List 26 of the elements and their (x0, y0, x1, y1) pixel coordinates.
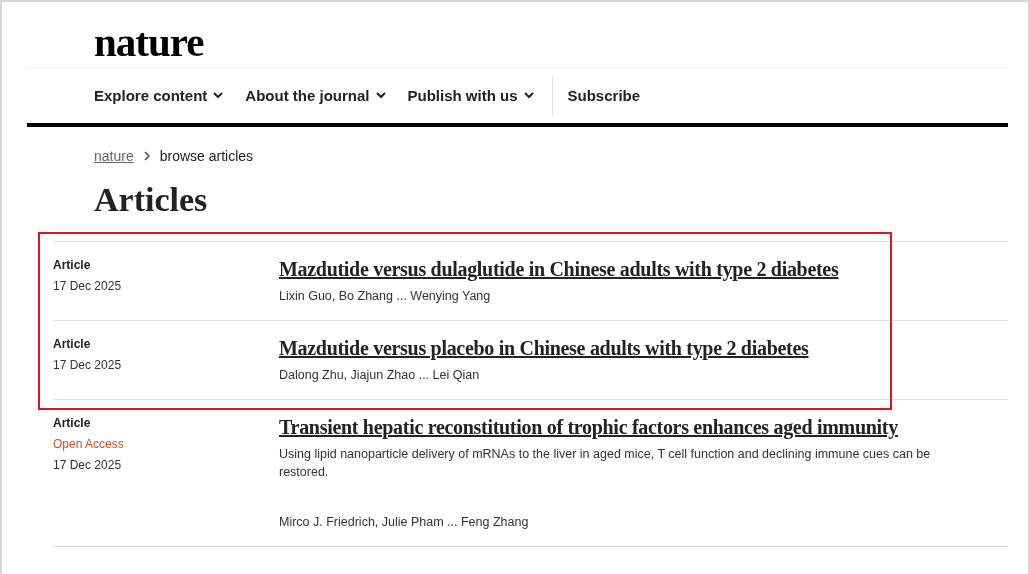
article-title-link[interactable]: Mazdutide versus dulaglutide in Chinese adults with type 2 diabetes (279, 258, 839, 281)
article-type: Article (53, 337, 92, 351)
article-summary: Using lipid nanoparticle delivery of mRNAs to the liver in aged mice, T cell function and declining immune cues can be restored. (279, 446, 932, 481)
article-title-link[interactable]: Mazdutide versus placebo in Chinese adults with type 2 diabetes (279, 337, 809, 360)
article-type: Article (53, 416, 92, 430)
nav-menu-item[interactable]: Publish with us (407, 87, 534, 104)
chevron-down-icon (375, 92, 386, 99)
publish-date: 17 Dec 2025 (53, 458, 123, 472)
nav-menu-item[interactable]: Subscribe (567, 87, 641, 104)
article-authors: Dalong Zhu, Jiajun Zhao ... Lei Qian (279, 368, 480, 382)
chevron-down-icon (213, 92, 224, 99)
publish-date: 17 Dec 2025 (53, 279, 123, 293)
article-type: Article (53, 258, 92, 272)
chevron-down-icon (523, 92, 534, 99)
breadcrumb-current: browse articles (159, 148, 254, 164)
open-access-label: Open Access (53, 437, 125, 451)
page-heading: Articles (94, 180, 209, 220)
article-title-link[interactable]: Transient hepatic reconstitution of trophic factors enhances aged immunity (279, 416, 898, 439)
breadcrumb-link[interactable]: nature (94, 148, 134, 164)
publish-date: 17 Dec 2025 (53, 358, 123, 372)
nav-menu-item[interactable]: About the journal (245, 87, 386, 104)
article-authors: Lixin Guo, Bo Zhang ... Wenying Yang (279, 289, 491, 303)
article-authors: Mirco J. Friedrich, Julie Pham ... Feng Zhang (279, 515, 529, 529)
nav-menu-item[interactable]: Explore content (94, 87, 224, 104)
site-logo[interactable]: nature (94, 20, 204, 64)
chevron-right-icon (143, 151, 150, 161)
